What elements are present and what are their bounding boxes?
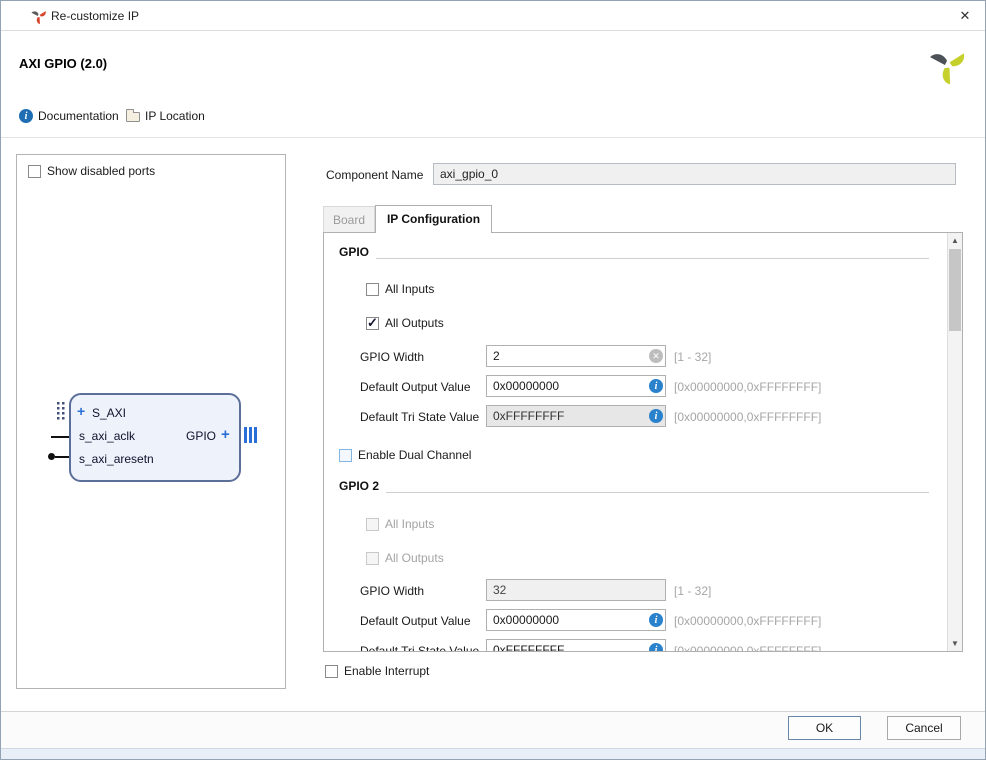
gpio-port-label: GPIO (186, 429, 217, 443)
default-output-range: [0x00000000,0xFFFFFFFF] (674, 380, 822, 394)
show-disabled-ports-checkbox[interactable] (28, 164, 41, 178)
default-output-label: Default Output Value (360, 380, 471, 394)
resetn-pin-stub (55, 456, 69, 458)
tab-board[interactable]: Board (323, 206, 375, 232)
component-name-label: Component Name (326, 168, 424, 182)
gpio2-section-divider (386, 492, 929, 493)
interface-connector-icon (57, 402, 65, 423)
tri-state-label: Default Tri State Value (360, 410, 480, 424)
gpio-width-label: GPIO Width (360, 350, 425, 364)
show-disabled-ports-row: Show disabled ports (28, 164, 155, 178)
info-icon: i (649, 379, 663, 393)
window-bottom-edge (1, 748, 985, 759)
clk-pin-stub (51, 436, 69, 438)
enable-dual-channel-row: Enable Dual Channel (339, 448, 471, 462)
app-logo-icon (31, 8, 47, 25)
cancel-button[interactable]: Cancel (887, 716, 961, 740)
enable-dual-channel-checkbox[interactable] (339, 448, 352, 462)
gpio-expand-icon[interactable]: + (221, 426, 230, 443)
gpio-bus-icon (244, 427, 257, 443)
resetn-pin-circle-icon (48, 453, 55, 460)
show-disabled-ports-label: Show disabled ports (47, 164, 156, 178)
gpio2-tri-state-input[interactable] (486, 639, 666, 651)
titlebar: Re-customize IP ✕ (1, 1, 985, 31)
documentation-link[interactable]: i Documentation (19, 109, 119, 123)
gpio2-all-inputs-checkbox (366, 517, 379, 531)
page-title: AXI GPIO (2.0) (19, 56, 108, 71)
enable-interrupt-row: Enable Interrupt (325, 664, 429, 678)
clk-pin-label: s_axi_aclk (79, 429, 136, 443)
tab-ip-configuration[interactable]: IP Configuration (375, 205, 492, 233)
gpio2-all-inputs-row: All Inputs (366, 517, 434, 531)
tri-state-range: [0x00000000,0xFFFFFFFF] (674, 410, 822, 424)
clear-icon[interactable]: ✕ (649, 349, 663, 363)
all-inputs-row: All Inputs (366, 282, 434, 296)
enable-interrupt-label: Enable Interrupt (344, 664, 430, 678)
all-outputs-row: All Outputs (366, 315, 444, 331)
xilinx-logo-icon (929, 46, 967, 85)
gpio-section-title: GPIO (339, 245, 370, 259)
gpio2-default-output-range: [0x00000000,0xFFFFFFFF] (674, 614, 822, 628)
gpio2-tri-state-label: Default Tri State Value (360, 644, 480, 652)
ip-location-link-label: IP Location (145, 109, 205, 123)
tri-state-input (486, 405, 666, 427)
info-icon: i (19, 109, 33, 123)
gpio2-tri-state-range: [0x00000000,0xFFFFFFFF] (674, 644, 822, 652)
window-title: Re-customize IP (51, 9, 140, 23)
close-icon[interactable]: ✕ (955, 7, 975, 25)
documentation-link-label: Documentation (38, 109, 119, 123)
ip-block[interactable]: + S_AXI s_axi_aclk GPIO + s_axi_aresetn (69, 393, 241, 482)
all-outputs-checkbox[interactable] (366, 315, 379, 331)
gpio2-width-label: GPIO Width (360, 584, 425, 598)
all-inputs-label: All Inputs (385, 282, 435, 296)
folder-icon (126, 109, 140, 122)
gpio2-all-outputs-row: All Outputs (366, 551, 444, 565)
gpio2-width-range: [1 - 32] (674, 584, 712, 598)
gpio-width-input[interactable] (486, 345, 666, 367)
ok-button[interactable]: OK (788, 716, 861, 740)
scroll-thumb[interactable] (949, 249, 961, 331)
ip-configuration-panel: GPIO All Inputs All Outputs GPIO Width ✕… (323, 232, 963, 652)
interface-expand-icon[interactable]: + (77, 403, 85, 419)
gpio2-section-title: GPIO 2 (339, 479, 380, 493)
header-divider (1, 137, 985, 138)
ip-location-link[interactable]: IP Location (126, 109, 205, 123)
enable-interrupt-checkbox[interactable] (325, 664, 338, 678)
all-outputs-label: All Outputs (385, 316, 444, 330)
gpio2-all-outputs-label: All Outputs (385, 551, 444, 565)
info-icon: i (649, 409, 663, 423)
gpio-width-range: [1 - 32] (674, 350, 712, 364)
scrollbar[interactable]: ▲ ▼ (947, 233, 962, 651)
interface-label: S_AXI (92, 406, 127, 420)
gpio2-width-input (486, 579, 666, 601)
info-icon: i (649, 643, 663, 651)
gpio-section-divider (376, 258, 929, 259)
reset-pin-label: s_axi_aresetn (79, 452, 154, 466)
gpio2-default-output-label: Default Output Value (360, 614, 471, 628)
default-output-input[interactable] (486, 375, 666, 397)
recustomize-ip-dialog: Re-customize IP ✕ AXI GPIO (2.0) i Docum… (0, 0, 986, 760)
block-diagram-panel: Show disabled ports + S_AXI s_axi_aclk G… (16, 154, 286, 689)
component-name-field[interactable] (433, 163, 956, 185)
scroll-up-icon[interactable]: ▲ (948, 233, 962, 248)
enable-dual-channel-label: Enable Dual Channel (358, 448, 472, 462)
scroll-down-icon[interactable]: ▼ (948, 636, 962, 651)
info-icon: i (649, 613, 663, 627)
gpio2-all-inputs-label: All Inputs (385, 517, 435, 531)
gpio2-all-outputs-checkbox (366, 551, 379, 565)
all-inputs-checkbox[interactable] (366, 282, 379, 296)
gpio2-default-output-input[interactable] (486, 609, 666, 631)
